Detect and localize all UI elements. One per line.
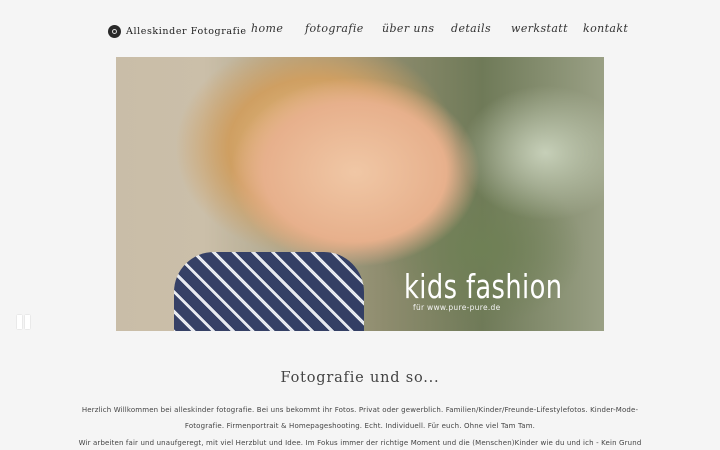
hero-image-slider[interactable]: kids fashion für www.pure-pure.de: [116, 57, 604, 331]
pause-icon[interactable]: [17, 315, 31, 329]
intro-text-line-3: Wir arbeiten fair und unaufgeregt, mit v…: [78, 439, 642, 447]
section-heading: Fotografie und so...: [280, 370, 440, 386]
nav-fotografie[interactable]: fotografie: [305, 22, 364, 35]
hero-photo-detail: [174, 252, 364, 331]
hero-title: kids fashion: [404, 267, 563, 306]
intro-text-line-2: Fotografie. Firmenportrait & Homepagesho…: [184, 422, 536, 430]
nav-werkstatt[interactable]: werkstatt: [511, 22, 568, 35]
nav-kontakt[interactable]: kontakt: [583, 22, 628, 35]
hero-subtitle: für www.pure-pure.de: [413, 303, 501, 312]
site-header: Alleskinder Fotografie home fotografie ü…: [0, 0, 720, 60]
nav-ueber-uns[interactable]: über uns: [382, 22, 434, 35]
intro-text-line-1: Herzlich Willkommen bei alleskinder foto…: [81, 406, 639, 414]
main-nav: home fotografie über uns details werksta…: [0, 22, 720, 38]
nav-details[interactable]: details: [451, 22, 491, 35]
nav-home[interactable]: home: [251, 22, 283, 35]
